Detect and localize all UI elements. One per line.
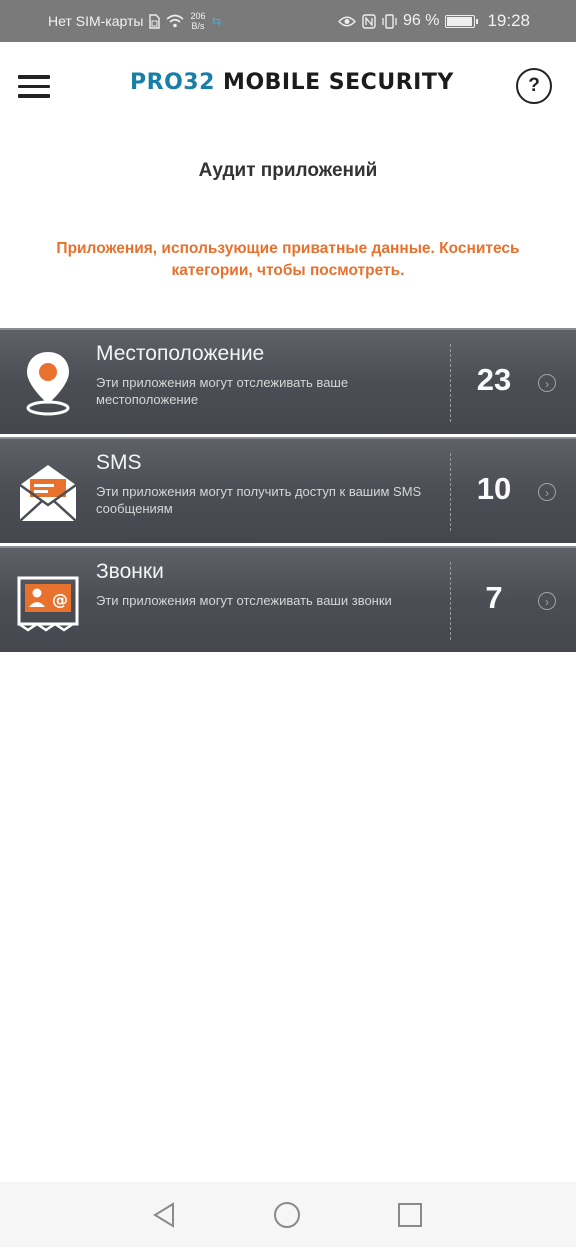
divider [450,344,451,422]
category-description: Эти приложения могут отслеживать ваши зв… [96,593,392,608]
category-count: 7 [485,580,503,615]
chevron-right-icon: › [538,592,556,610]
category-title: SMS [96,451,142,474]
chevron-right-icon: › [538,483,556,501]
category-title: Местоположение [96,342,265,365]
category-list: Местоположение Эти приложения могут отсл… [0,328,576,655]
recents-icon[interactable] [395,1200,425,1230]
category-sms[interactable]: SMS Эти приложения могут получить доступ… [0,437,576,543]
divider [450,453,451,531]
battery-icon [445,14,479,28]
back-icon[interactable] [150,1200,180,1230]
chevron-right-icon: › [538,374,556,392]
category-title: Звонки [96,560,164,583]
vibrate-icon [382,13,397,29]
navigation-bar [0,1182,576,1247]
svg-text:@: @ [52,590,68,609]
location-pin-icon [26,352,70,416]
status-bar: Нет SIM-карты 206 B/s ⇆ 96 % 19:28 [0,0,576,42]
clock: 19:28 [487,11,530,30]
menu-icon[interactable] [18,75,50,98]
network-speed: 206 B/s [190,11,206,31]
category-count: 23 [476,362,512,397]
page-subtitle: Приложения, использующие приватные данны… [56,240,520,279]
category-location[interactable]: Местоположение Эти приложения могут отсл… [0,328,576,434]
page-title: Аудит приложений [198,160,378,181]
carrier-label: Нет SIM-карты [48,13,144,29]
category-count: 10 [476,471,512,506]
category-calls[interactable]: @ Звонки Эти приложения могут отслеживат… [0,546,576,652]
help-button[interactable]: ? [516,68,552,104]
wifi-icon [166,14,184,28]
sim-icon [149,13,161,29]
category-description: Эти приложения могут получить доступ к в… [96,484,422,516]
eye-icon [338,16,356,26]
envelope-icon [19,465,77,522]
app-header: PRO32 MOBILE SECURITY ? [0,42,576,128]
divider [450,562,451,640]
contact-card-icon: @ [17,576,79,632]
data-activity-icon: ⇆ [211,14,222,28]
home-icon[interactable] [272,1200,302,1230]
battery-percent: 96 % [402,12,440,29]
nfc-icon [362,13,376,29]
category-description: Эти приложения могут отслеживать ваше ме… [96,375,349,407]
app-logo: PRO32 MOBILE SECURITY [130,70,454,95]
